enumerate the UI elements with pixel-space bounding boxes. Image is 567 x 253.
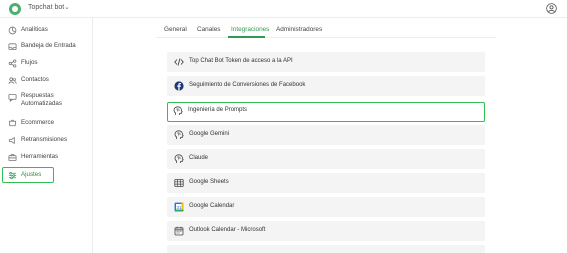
table-icon xyxy=(174,179,184,187)
facebook-icon xyxy=(174,81,184,91)
google-calendar-icon: 31 xyxy=(174,202,184,212)
sidebar-item-flujos[interactable]: Flujos xyxy=(0,56,93,70)
integration-label: Outlook Calendar - Microsoft xyxy=(189,227,266,233)
logo-icon[interactable] xyxy=(9,3,21,15)
inbox-icon xyxy=(8,42,17,50)
active-tab-indicator xyxy=(228,36,265,38)
sidebar-item-analiticas[interactable]: Analíticas xyxy=(0,23,93,37)
sidebar-item-label: Contactos xyxy=(21,76,49,83)
settings-sliders-icon xyxy=(8,171,17,179)
integration-outlook-calendar[interactable]: Outlook Calendar - Microsoft xyxy=(167,221,485,241)
sidebar-item-label: Ajustes xyxy=(21,171,42,178)
contacts-icon xyxy=(8,76,17,84)
sidebar-item-label: Ecommerce xyxy=(21,119,55,126)
sidebar-item-retransmisiones[interactable]: Retransmisiones xyxy=(0,133,93,147)
sidebar-item-label: Retransmisiones xyxy=(21,136,68,143)
brain-head-icon xyxy=(173,106,183,115)
chart-icon xyxy=(8,26,17,34)
calendar-icon xyxy=(174,226,184,236)
sidebar-item-ajustes[interactable]: Ajustes xyxy=(2,167,54,183)
integration-google-gemini[interactable]: Google Gemini xyxy=(167,125,485,145)
top-bar: Topchat bot ⌄ xyxy=(0,0,567,18)
flow-icon xyxy=(8,58,17,68)
integration-label: Seguimiento de Conversiones de Facebook xyxy=(189,82,306,88)
integration-label: Claude xyxy=(189,155,209,161)
sidebar-item-herramientas[interactable]: Herramientas xyxy=(0,150,93,164)
integration-prompt-engineering[interactable]: Ingeniería de Prompts xyxy=(167,102,485,122)
sidebar-item-respuestas[interactable]: Respuestas Automatizadas xyxy=(0,91,93,111)
tab-general[interactable]: General xyxy=(164,26,187,33)
brain-head-icon xyxy=(174,130,184,139)
integration-label: Google Gemini xyxy=(189,131,230,137)
svg-text:31: 31 xyxy=(176,205,182,210)
integration-google-calendar[interactable]: 31 Google Calendar xyxy=(167,197,485,217)
toolbox-icon xyxy=(8,153,17,161)
sidebar-item-label: Respuestas Automatizadas xyxy=(21,92,62,107)
sidebar-item-label: Bandeja de Entrada xyxy=(21,42,76,49)
sidebar-item-contactos[interactable]: Contactos xyxy=(0,73,93,87)
sidebar-item-ecommerce[interactable]: Ecommerce xyxy=(0,116,93,130)
tabs-divider xyxy=(156,37,496,38)
chevron-down-icon[interactable]: ⌄ xyxy=(64,3,70,11)
integration-google-sheets[interactable]: Google Sheets xyxy=(167,173,485,193)
tab-administradores[interactable]: Administradores xyxy=(276,26,322,33)
integration-api-token[interactable]: Top Chat Bot Token de acceso a la API xyxy=(167,52,485,72)
tab-canales[interactable]: Canales xyxy=(197,26,220,33)
integration-claude[interactable]: Claude xyxy=(167,149,485,169)
sidebar-item-label: Flujos xyxy=(21,59,38,66)
integration-partial-next[interactable] xyxy=(167,245,485,253)
cart-icon xyxy=(8,119,17,126)
integration-label: Top Chat Bot Token de acceso a la API xyxy=(189,58,293,64)
integration-facebook-conversions[interactable]: Seguimiento de Conversiones de Facebook xyxy=(167,76,485,96)
integration-label: Google Calendar xyxy=(189,203,235,209)
sidebar-item-label: Herramientas xyxy=(21,153,59,160)
tab-integraciones[interactable]: Integraciones xyxy=(231,26,269,33)
user-account-icon[interactable] xyxy=(546,3,557,14)
integration-label: Google Sheets xyxy=(189,179,229,185)
auto-reply-icon xyxy=(8,93,17,102)
code-icon xyxy=(174,58,184,66)
sidebar: Analíticas Bandeja de Entrada Flujos Con… xyxy=(0,18,93,253)
broadcast-icon xyxy=(8,136,15,144)
sidebar-item-bandeja[interactable]: Bandeja de Entrada xyxy=(0,39,93,53)
brain-head-icon xyxy=(174,154,184,163)
integration-label: Ingeniería de Prompts xyxy=(188,107,248,113)
sidebar-item-label: Analíticas xyxy=(21,26,48,33)
bot-selector-label[interactable]: Topchat bot xyxy=(28,4,64,11)
